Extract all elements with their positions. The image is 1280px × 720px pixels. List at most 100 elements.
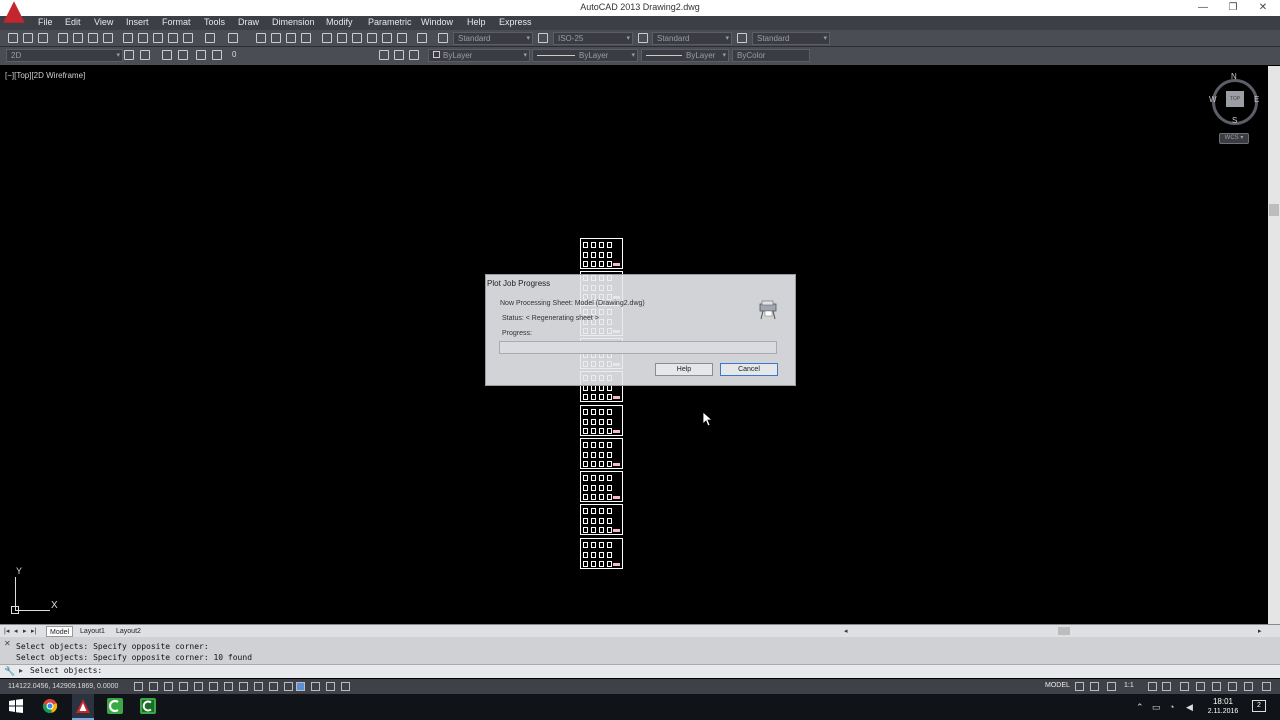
viewport-controls-label[interactable]: [−][Top][2D Wireframe] [5,71,85,80]
3d-object-snap-icon[interactable] [224,682,233,691]
grid-display-icon[interactable] [164,682,173,691]
tab-layout1[interactable]: Layout1 [77,626,108,637]
markup-icon[interactable] [382,33,392,43]
quick-view-layouts-icon[interactable] [1075,682,1084,691]
annotation-monitor-icon[interactable] [341,682,350,691]
network-icon[interactable]: ◔ [1169,702,1174,712]
compass-north[interactable]: N [1231,72,1237,81]
drawing-sheet[interactable] [580,537,623,569]
lineweight-select[interactable]: ByLayer ▾ [641,49,729,62]
dynamic-input-icon[interactable] [269,682,278,691]
transparency-toggle-icon[interactable] [296,682,305,691]
chrome-icon[interactable] [42,698,58,714]
annotation-scale-value[interactable]: 1:1 [1124,682,1134,689]
auto-scale-icon[interactable] [1162,682,1171,691]
freeze-icon[interactable] [196,50,206,60]
linetype-select[interactable]: ByLayer ▾ [532,49,638,62]
undo-icon[interactable] [205,33,215,43]
object-snap-tracking-icon[interactable] [239,682,248,691]
menu-insert[interactable]: Insert [126,17,149,27]
menu-draw[interactable]: Draw [238,17,259,27]
next-tab-icon[interactable]: ▸ [23,627,27,635]
menu-help[interactable]: Help [467,17,486,27]
quickcalc-icon[interactable] [397,33,407,43]
layer-states-icon[interactable] [409,50,419,60]
infer-constraints-icon[interactable] [134,682,143,691]
menu-parametric[interactable]: Parametric [368,17,412,27]
vertical-scrollbar-thumb[interactable] [1269,204,1279,216]
scroll-right-icon[interactable]: ▸ [1258,627,1262,635]
annotation-scale-icon[interactable] [1107,682,1116,691]
previous-tab-icon[interactable]: ◂ [14,627,18,635]
toolbar-lock-icon[interactable] [1196,682,1205,691]
match-properties-icon[interactable] [168,33,178,43]
menu-dimension[interactable]: Dimension [272,17,315,27]
open-icon[interactable] [23,33,33,43]
last-tab-icon[interactable]: ▸| [31,627,36,635]
menu-tools[interactable]: Tools [204,17,225,27]
camtasia-icon[interactable] [107,698,123,714]
wcs-menu-button[interactable]: WCS ▾ [1219,133,1249,144]
block-editor-icon[interactable] [183,33,193,43]
dynamic-ucs-icon[interactable] [254,682,263,691]
lineweight-toggle-icon[interactable] [284,682,293,691]
cancel-button[interactable]: Cancel [720,363,778,376]
tray-expand-icon[interactable]: ⌃ [1136,702,1144,713]
cut-icon[interactable] [123,33,133,43]
coordinates-readout[interactable]: 114122.0456, 142909.1869, 0.0000 [8,683,118,690]
menu-format[interactable]: Format [162,17,191,27]
annotation-visibility-icon[interactable] [1148,682,1157,691]
taskbar-clock-time[interactable]: 18:01 [1203,697,1243,706]
camtasia-recorder-icon[interactable] [140,698,156,714]
drawing-sheet[interactable] [580,437,623,469]
dim-style-select[interactable]: ISO-25 ▾ [553,32,633,45]
table-style-select[interactable]: Standard ▾ [652,32,732,45]
publish-icon[interactable] [88,33,98,43]
layer-previous-icon[interactable] [394,50,404,60]
isolate-objects-icon[interactable] [1228,682,1237,691]
color-select[interactable]: ByLayer ▾ [428,49,530,62]
status-bar-menu-icon[interactable] [1244,682,1253,691]
maximize-button[interactable]: ❐ [1218,0,1248,16]
minimize-button[interactable]: — [1188,0,1218,16]
plot-icon[interactable] [58,33,68,43]
sheet-set-icon[interactable] [367,33,377,43]
battery-icon[interactable]: ▭ [1152,702,1161,713]
selection-cycling-icon[interactable] [326,682,335,691]
ortho-mode-icon[interactable] [179,682,188,691]
menu-window[interactable]: Window [421,17,453,27]
copy-icon[interactable] [138,33,148,43]
zoom-window-icon[interactable] [286,33,296,43]
menu-view[interactable]: View [94,17,113,27]
layer-visibility-icon[interactable] [162,50,172,60]
windows-start-icon[interactable] [8,698,24,714]
action-center-icon[interactable]: 2 [1252,700,1266,712]
properties-icon[interactable] [322,33,332,43]
save-icon[interactable] [38,33,48,43]
compass-south[interactable]: S [1232,116,1237,125]
mleader-style-select[interactable]: Standard ▾ [752,32,830,45]
command-prompt[interactable]: Select objects: [30,666,102,675]
compass-east[interactable]: E [1254,95,1259,104]
plot-preview-icon[interactable] [73,33,83,43]
layer-select[interactable]: 0 [228,49,374,62]
layer-color-icon[interactable] [212,50,222,60]
command-input-bar[interactable]: 🔧 ▸ [0,664,1280,678]
compass-west[interactable]: W [1209,95,1217,104]
menu-file[interactable]: File [38,17,53,27]
taskbar-clock-date[interactable]: 2.11.2016 [1203,708,1243,715]
workspace-select[interactable]: 2D ▾ [6,49,123,62]
hardware-acceleration-icon[interactable] [1212,682,1221,691]
pan-icon[interactable] [256,33,266,43]
drawing-sheet[interactable] [580,238,623,269]
help-icon[interactable] [417,33,427,43]
tab-model[interactable]: Model [46,626,74,637]
clean-screen-icon[interactable] [1262,682,1271,691]
vertical-scrollbar[interactable] [1268,66,1280,624]
zoom-realtime-icon[interactable] [271,33,281,43]
tool-palettes-icon[interactable] [352,33,362,43]
model-space-button[interactable]: MODEL [1045,682,1070,689]
drawing-sheet[interactable] [580,504,623,536]
plot-style-select[interactable]: ByColor [732,49,810,62]
new-icon[interactable] [8,33,18,43]
